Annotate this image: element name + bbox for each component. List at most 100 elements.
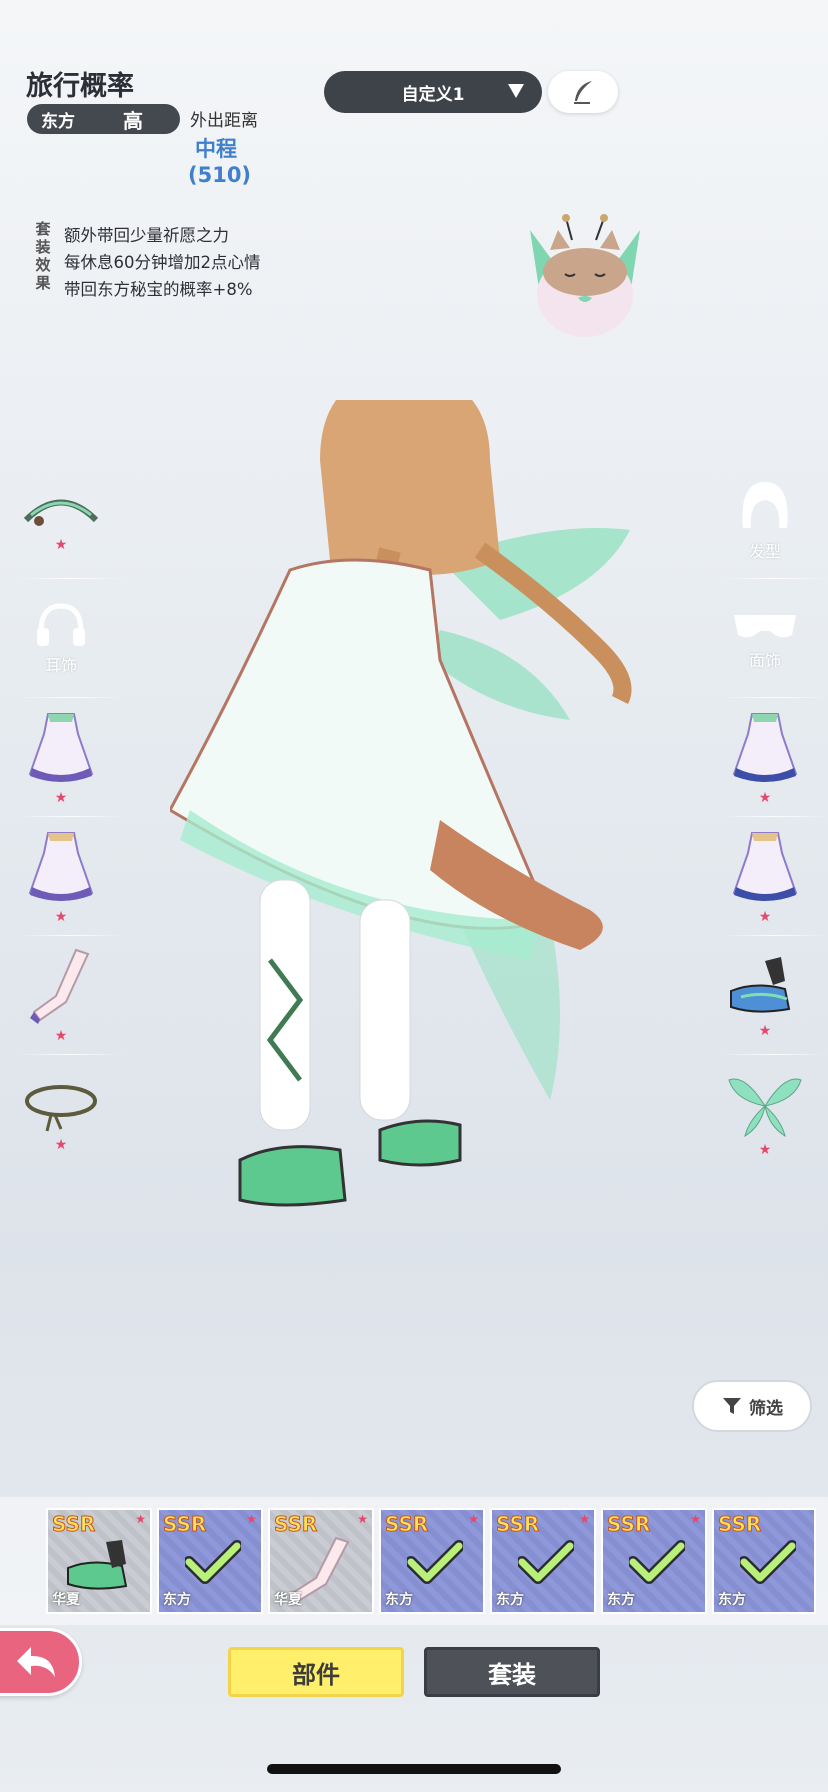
check-icon [518,1540,574,1584]
back-button[interactable] [0,1628,82,1696]
item-card[interactable]: SSR ★ 东方 [490,1508,596,1614]
slot-dress-2[interactable]: ★ [16,817,106,935]
left-slot-column: ★ 耳饰 ★ ★ ★ ★ [16,460,126,1173]
dress-icon [28,832,94,901]
preset-dropdown[interactable]: 自定义1 [324,71,542,113]
feather-pen-icon [574,81,592,104]
rarity-label: SSR [273,1512,318,1537]
set-effect-tag-char: 效 [35,256,51,274]
set-effect-line: 额外带回少量祈愿之力 [64,226,229,245]
set-effect-line: 每休息60分钟增加2点心情 [64,253,261,272]
tab-parts[interactable]: 部件 [228,1647,404,1697]
region-label: 东方 [496,1592,524,1608]
star-icon: ★ [246,1512,257,1526]
item-card[interactable]: SSR ★ 东方 [379,1508,485,1614]
item-card[interactable]: SSR ★ 东方 [601,1508,707,1614]
distance-value: 中程 [195,137,237,161]
rarity-label: SSR [495,1512,540,1537]
star-icon: ★ [758,1142,772,1158]
slot-face-accessory[interactable]: 面饰 [720,579,810,697]
slot-anklet[interactable]: ★ [16,1055,106,1173]
slot-dress-3[interactable]: ★ [720,698,810,816]
slot-wings[interactable]: ★ [720,1055,810,1173]
item-card[interactable]: SSR 东方 [712,1508,816,1614]
slot-label: 面饰 [748,651,781,670]
star-icon: ★ [758,909,772,925]
filter-label: 筛选 [749,1398,783,1419]
region-label: 华夏 [52,1592,80,1608]
stockings-icon [30,948,90,1024]
anklet-icon [25,1085,97,1132]
star-icon: ★ [54,790,68,806]
distance-number: (510) [188,163,252,187]
rarity-label: SSR [51,1512,96,1537]
star-icon: ★ [135,1512,146,1526]
distance-label: 外出距离 [190,111,258,131]
star-icon: ★ [579,1512,590,1526]
region-label: 东方 [163,1592,191,1608]
star-icon: ★ [54,1028,68,1044]
set-effect-tag: 套 装 效 果 [32,220,54,292]
star-icon: ★ [758,790,772,806]
filter-icon [723,1398,741,1414]
slot-headpiece[interactable]: ★ [16,460,106,578]
dropdown-arrow-icon [508,84,524,98]
slot-dress-1[interactable]: ★ [16,698,106,816]
preset-label: 自定义1 [401,84,465,105]
slot-stockings[interactable]: ★ [16,936,106,1054]
headphones-icon [37,603,85,646]
set-effect-list: 额外带回少量祈愿之力 每休息60分钟增加2点心情 带回东方秘宝的概率+8% [64,222,261,303]
region-level: 高 [123,108,143,133]
edit-preset-button[interactable] [548,71,618,113]
page-title: 旅行概率 [26,71,134,102]
region-name: 东方 [41,111,75,132]
check-icon [407,1540,463,1584]
rarity-label: SSR [717,1512,762,1537]
star-icon: ★ [758,1023,772,1039]
star-icon: ★ [54,909,68,925]
dress-icon [28,713,94,782]
slot-ear-accessory[interactable]: 耳饰 [16,579,106,697]
right-slot-column: 发型 面饰 ★ ★ ★ ★ [720,460,828,1173]
star-icon: ★ [468,1512,479,1526]
dress-icon [732,713,798,782]
slot-label: 发型 [748,542,781,561]
home-indicator [267,1764,561,1774]
back-arrow-icon [17,1647,55,1677]
dress-icon [732,832,798,901]
region-label: 华夏 [274,1592,302,1608]
set-effect-tag-char: 果 [35,274,51,292]
slot-label: 耳饰 [44,656,77,675]
set-effect-line: 带回东方秘宝的概率+8% [64,280,253,299]
set-effect-tag-char: 套 [35,220,51,238]
rarity-label: SSR [162,1512,207,1537]
check-icon [185,1540,241,1584]
character-model[interactable] [170,400,730,1440]
rarity-label: SSR [606,1512,651,1537]
wings-icon [728,1078,802,1138]
set-effect-tag-char: 装 [35,238,51,256]
pet-companion[interactable] [520,210,650,350]
hair-icon [742,482,788,528]
check-icon [740,1540,796,1584]
shoes-icon [730,957,791,1013]
filter-button[interactable]: 筛选 [692,1380,812,1432]
star-icon: ★ [357,1512,368,1526]
slot-shoes[interactable]: ★ [720,936,810,1054]
star-icon: ★ [54,1137,68,1153]
region-label: 东方 [607,1592,635,1608]
slot-hairstyle[interactable]: 发型 [720,460,810,578]
slot-dress-4[interactable]: ★ [720,817,810,935]
rarity-label: SSR [384,1512,429,1537]
tab-sets[interactable]: 套装 [424,1647,600,1697]
item-card[interactable]: SSR ★ 东方 [157,1508,263,1614]
check-icon [629,1540,685,1584]
glasses-icon [734,615,796,638]
item-card[interactable]: SSR ★ 华夏 [46,1508,152,1614]
star-icon: ★ [54,537,68,553]
item-card[interactable]: SSR ★ 华夏 [268,1508,374,1614]
region-label: 东方 [385,1592,413,1608]
region-pill: 东方 高 [27,104,180,134]
region-label: 东方 [718,1592,746,1608]
headpiece-icon [23,499,99,526]
